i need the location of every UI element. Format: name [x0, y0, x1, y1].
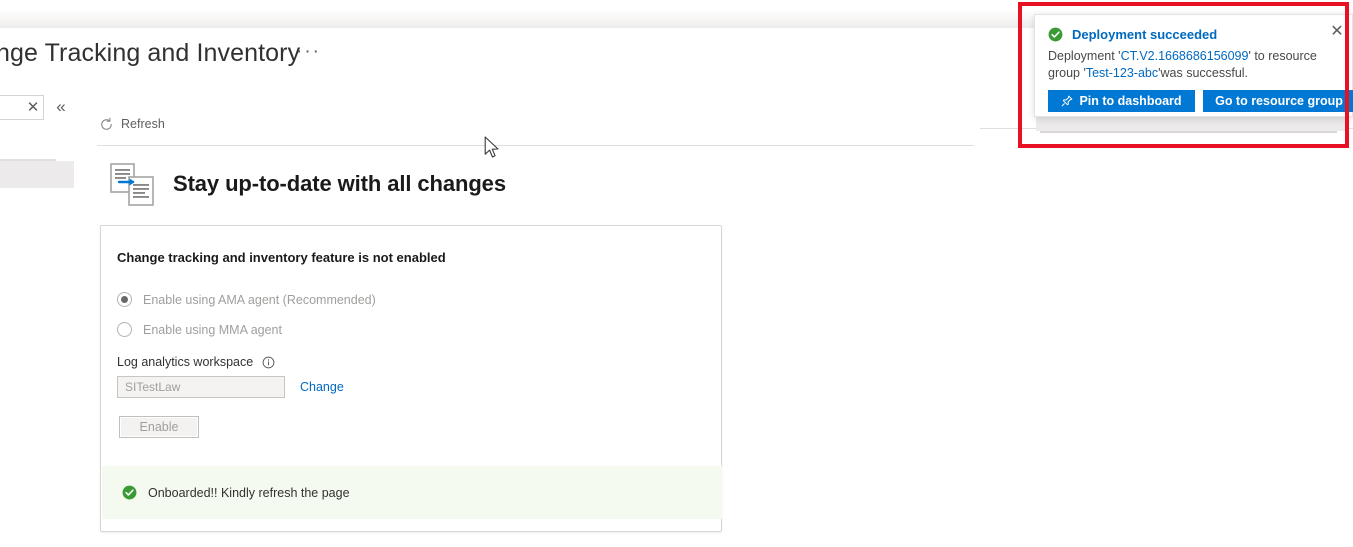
radio-option-mma[interactable]: Enable using MMA agent: [117, 318, 376, 341]
success-check-circle-icon: [122, 485, 137, 500]
workspace-label-row: Log analytics workspace: [117, 355, 344, 369]
command-bar: Refresh: [97, 112, 171, 136]
mouse-cursor: [484, 136, 501, 160]
enable-button[interactable]: Enable: [119, 416, 199, 438]
command-bar-divider: [97, 145, 974, 146]
agent-radio-group: Enable using AMA agent (Recommended) Ena…: [117, 288, 376, 341]
radio-label-ama: Enable using AMA agent (Recommended): [143, 292, 376, 307]
toast-shelf-lower: [1040, 131, 1337, 133]
sidebar-collapse-icon[interactable]: «: [52, 98, 70, 116]
pin-to-dashboard-label: Pin to dashboard: [1079, 94, 1182, 108]
info-circle-icon[interactable]: [262, 356, 275, 369]
onboarded-status-banner: Onboarded!! Kindly refresh the page: [102, 466, 722, 519]
toast-message-suffix: 'was successful.: [1158, 66, 1249, 80]
azure-portal-screen: ange Tracking and Inventory ··· ✕ « Refr…: [0, 0, 1353, 547]
sidebar-item-selected[interactable]: [0, 159, 74, 188]
hero-heading: Stay up-to-date with all changes: [108, 160, 506, 208]
toast-message-prefix: Deployment ': [1048, 49, 1121, 63]
radio-mark-ama[interactable]: [117, 292, 132, 307]
deployment-name-link[interactable]: CT.V2.1668686156099: [1121, 49, 1249, 63]
close-icon[interactable]: ✕: [1328, 23, 1346, 41]
workspace-label: Log analytics workspace: [117, 355, 254, 369]
toast-action-buttons: Pin to dashboard Go to resource group: [1048, 90, 1353, 112]
toast-title: Deployment succeeded: [1072, 27, 1218, 42]
log-analytics-workspace-field: Log analytics workspace SITestLaw Change: [117, 355, 344, 398]
pin-to-dashboard-button[interactable]: Pin to dashboard: [1048, 90, 1195, 112]
document-change-arrow-icon: [108, 160, 156, 208]
go-to-resource-group-label: Go to resource group: [1215, 94, 1343, 108]
page-title: ange Tracking and Inventory: [0, 39, 301, 67]
workspace-value-row: SITestLaw Change: [117, 376, 344, 398]
onboarding-card: Change tracking and inventory feature is…: [100, 225, 722, 532]
refresh-icon: [99, 117, 114, 132]
toast-message: Deployment 'CT.V2.1668686156099' to reso…: [1035, 42, 1352, 82]
refresh-button[interactable]: Refresh: [97, 115, 171, 134]
success-check-circle-icon: [1048, 27, 1063, 42]
more-options-icon[interactable]: ···: [296, 42, 321, 61]
search-clear-icon[interactable]: ✕: [24, 99, 42, 117]
toast-shelf-upper: [1036, 117, 1348, 131]
go-to-resource-group-button[interactable]: Go to resource group: [1203, 90, 1353, 112]
card-heading: Change tracking and inventory feature is…: [117, 250, 446, 265]
onboarded-status-text: Onboarded!! Kindly refresh the page: [148, 485, 350, 500]
resource-group-link[interactable]: Test-123-abc: [1086, 66, 1158, 80]
radio-option-ama[interactable]: Enable using AMA agent (Recommended): [117, 288, 376, 311]
hero-title: Stay up-to-date with all changes: [173, 171, 506, 196]
refresh-label: Refresh: [121, 117, 165, 131]
enable-button-label: Enable: [139, 420, 179, 434]
radio-mark-mma[interactable]: [117, 322, 132, 337]
change-workspace-link[interactable]: Change: [300, 380, 344, 394]
deployment-notification-toast: Deployment succeeded ✕ Deployment 'CT.V2…: [1034, 14, 1353, 117]
pin-icon: [1061, 95, 1073, 107]
toast-header: Deployment succeeded: [1035, 15, 1352, 42]
workspace-value: SITestLaw: [125, 380, 181, 394]
workspace-input[interactable]: SITestLaw: [117, 376, 285, 398]
radio-label-mma: Enable using MMA agent: [143, 322, 282, 337]
